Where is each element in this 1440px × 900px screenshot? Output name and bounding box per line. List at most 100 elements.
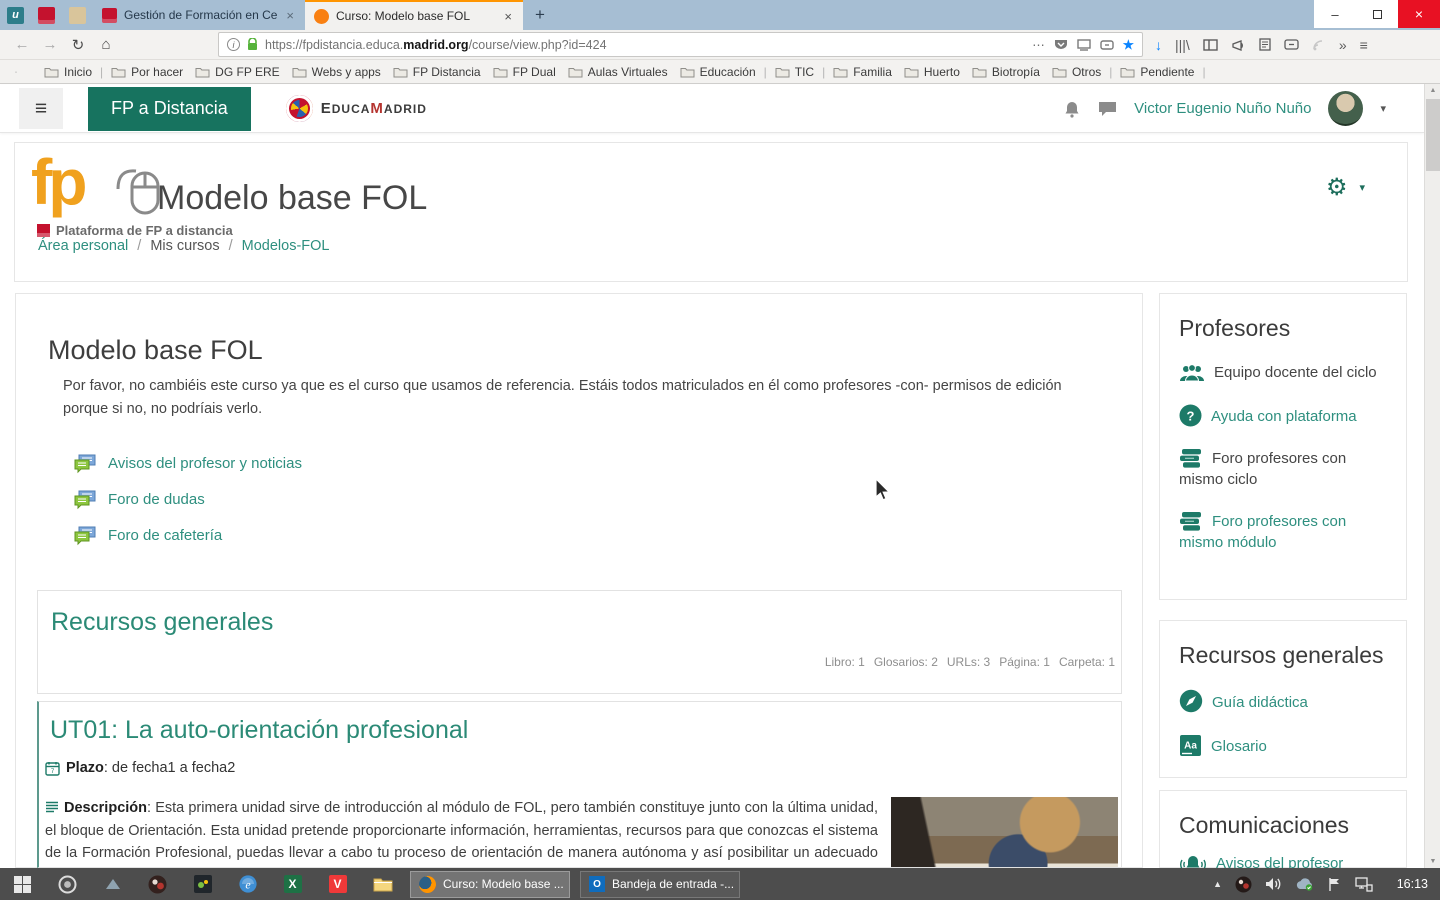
link-icon[interactable] xyxy=(1100,39,1114,50)
taskbar-clock[interactable]: 16:13 xyxy=(1386,877,1428,891)
scrollbar-thumb[interactable] xyxy=(1426,99,1440,171)
taskbar-obs-icon[interactable] xyxy=(135,868,180,900)
volume-icon[interactable] xyxy=(1265,877,1282,891)
page-actions-icon[interactable]: ⋯ xyxy=(1032,37,1045,52)
forum-link[interactable]: Foro de dudas xyxy=(108,491,205,508)
bookmark-folder-por-hacer[interactable]: Por hacer xyxy=(105,65,189,79)
tab-close-icon[interactable]: × xyxy=(502,9,514,24)
taskbar-vivaldi-icon[interactable]: V xyxy=(315,868,360,900)
forum-item-avisos[interactable]: Avisos del profesor y noticias xyxy=(74,452,302,475)
bookmark-folder-familia[interactable]: Familia xyxy=(827,65,898,79)
new-tab-button[interactable]: + xyxy=(523,0,557,30)
taskbar-ie-icon[interactable]: e xyxy=(225,868,270,900)
tray-obs-icon[interactable] xyxy=(1235,876,1252,893)
forward-icon[interactable]: → xyxy=(36,36,64,53)
educamadrid-logo[interactable]: EDUCAMADRID xyxy=(285,95,427,122)
taskbar-app-icon-3[interactable] xyxy=(90,868,135,900)
scroll-up-icon[interactable]: ▲ xyxy=(1425,87,1440,94)
tray-expand-icon[interactable]: ▲ xyxy=(1213,879,1222,889)
breadcrumb-mis-cursos[interactable]: Mis cursos xyxy=(150,238,219,254)
bookmark-folder-aulas-virtuales[interactable]: Aulas Virtuales xyxy=(562,65,674,79)
back-icon[interactable]: ← xyxy=(8,36,36,53)
sidebar-toggle-icon[interactable] xyxy=(1203,38,1218,51)
sidebar-item-guia-didactica[interactable]: Guía didáctica xyxy=(1179,689,1387,713)
onedrive-cloud-icon[interactable] xyxy=(1295,877,1314,891)
bookmark-folder-dg-fp-ere[interactable]: DG FP ERE xyxy=(189,65,285,79)
pinned-tab-3[interactable] xyxy=(62,0,93,30)
rss-icon[interactable] xyxy=(1312,39,1326,51)
user-avatar[interactable] xyxy=(1328,91,1364,126)
sidebar-item-ayuda-plataforma[interactable]: ? Ayuda con plataforma xyxy=(1179,404,1387,427)
breadcrumb-modelos-fol[interactable]: Modelos-FOL xyxy=(242,238,330,254)
pinned-tab-1[interactable]: u xyxy=(0,0,31,30)
action-center-flag-icon[interactable] xyxy=(1327,877,1342,892)
site-home-button[interactable]: FP a Distancia xyxy=(88,86,251,131)
shortcuts-icon[interactable] xyxy=(1284,39,1299,50)
taskbar-app-icon-5[interactable] xyxy=(180,868,225,900)
sidebar-item-equipo-docente[interactable]: Equipo docente del ciclo xyxy=(1179,362,1387,383)
campaign-icon[interactable] xyxy=(1231,39,1246,51)
bookmark-folder-tic[interactable]: TIC xyxy=(769,65,820,79)
reload-icon[interactable]: ↻ xyxy=(64,36,92,54)
taskbar-file-explorer-icon[interactable] xyxy=(360,868,405,900)
close-button[interactable]: × xyxy=(1398,0,1440,28)
bookmark-folder-webs-y-apps[interactable]: Webs y apps xyxy=(286,65,387,79)
taskbar-cortana-icon[interactable] xyxy=(45,868,90,900)
firefox-icon xyxy=(419,875,436,893)
notes-icon[interactable] xyxy=(1259,38,1271,51)
bookmarks-bar: Inicio | Por hacer DG FP ERE Webs y apps… xyxy=(0,60,1440,84)
menu-icon[interactable]: ≡ xyxy=(1360,37,1368,53)
page-scrollbar[interactable]: ▲ ▼ xyxy=(1424,84,1440,868)
library-icon[interactable]: |||\ xyxy=(1175,37,1190,53)
tab-close-icon[interactable]: × xyxy=(284,8,296,23)
user-menu-caret-icon[interactable]: ▾ xyxy=(1380,102,1386,115)
gear-icon[interactable]: ⚙ xyxy=(1326,173,1348,202)
bookmark-star-icon[interactable]: ★ xyxy=(1123,37,1134,52)
taskbar-excel-icon[interactable]: X xyxy=(270,868,315,900)
bookmark-folder-inicio[interactable]: Inicio xyxy=(38,65,98,79)
screenshot-icon[interactable] xyxy=(1077,38,1091,51)
history-icon[interactable] xyxy=(24,65,38,79)
pinned-tab-2[interactable] xyxy=(31,0,62,30)
bookmark-folder-otros[interactable]: Otros xyxy=(1046,65,1107,79)
bookmark-folder-huerto[interactable]: Huerto xyxy=(898,65,966,79)
tab-gestion-formacion[interactable]: Gestión de Formación en Cen × xyxy=(93,0,305,30)
overflow-icon[interactable]: » xyxy=(1339,37,1347,53)
restore-button[interactable] xyxy=(1356,0,1398,28)
minimize-button[interactable]: – xyxy=(1314,0,1356,28)
breadcrumb-area-personal[interactable]: Área personal xyxy=(38,238,128,254)
user-menu-name[interactable]: Victor Eugenio Nuño Nuño xyxy=(1134,100,1311,117)
address-bar[interactable]: i https://fpdistancia.educa.madrid.org/c… xyxy=(218,32,1143,57)
section-title: UT01: La auto-orientación profesional xyxy=(50,716,469,744)
messages-icon[interactable] xyxy=(1098,101,1117,117)
scroll-down-icon[interactable]: ▼ xyxy=(1425,858,1440,865)
bookmark-folder-fp-distancia[interactable]: FP Distancia xyxy=(387,65,487,79)
course-title: Modelo base FOL xyxy=(157,179,428,217)
forum-item-dudas[interactable]: Foro de dudas xyxy=(74,488,302,511)
bookmark-folder-fp-dual[interactable]: FP Dual xyxy=(487,65,562,79)
sidebar-item-foro-mismo-modulo[interactable]: Foro profesores con mismo módulo xyxy=(1179,511,1387,553)
settings-caret-icon[interactable]: ▾ xyxy=(1359,181,1365,194)
site-info-icon[interactable]: i xyxy=(227,38,240,51)
bookmark-folder-educacion[interactable]: Educación xyxy=(674,65,762,79)
bookmark-folder-pendiente[interactable]: Pendiente xyxy=(1114,65,1200,79)
download-icon[interactable]: ↓ xyxy=(1155,37,1162,53)
sidebar-item-glosario[interactable]: Aa Glosario xyxy=(1179,734,1387,757)
person-icon[interactable] xyxy=(8,66,24,78)
network-icon[interactable] xyxy=(1355,876,1373,892)
taskbar-window-firefox[interactable]: Curso: Modelo base ... xyxy=(410,870,570,898)
forum-link[interactable]: Avisos del profesor y noticias xyxy=(108,455,302,472)
tab-curso-modelo-base[interactable]: Curso: Modelo base FOL × xyxy=(305,0,523,30)
notifications-bell-icon[interactable] xyxy=(1063,100,1081,118)
url-text[interactable]: https://fpdistancia.educa.madrid.org/cou… xyxy=(265,38,1025,52)
bookmark-separator: | xyxy=(822,64,826,79)
sidebar-item-foro-mismo-ciclo[interactable]: Foro profesores con mismo ciclo xyxy=(1179,448,1387,490)
taskbar-window-outlook[interactable]: O Bandeja de entrada -... xyxy=(580,870,740,898)
start-button[interactable] xyxy=(0,868,45,900)
home-icon[interactable]: ⌂ xyxy=(92,36,120,53)
side-drawer-toggle[interactable]: ≡ xyxy=(19,88,63,129)
bookmark-folder-biotropia[interactable]: Biotropía xyxy=(966,65,1046,79)
pocket-icon[interactable] xyxy=(1054,39,1068,51)
forum-link[interactable]: Foro de cafetería xyxy=(108,527,222,544)
forum-item-cafeteria[interactable]: Foro de cafetería xyxy=(74,524,302,547)
